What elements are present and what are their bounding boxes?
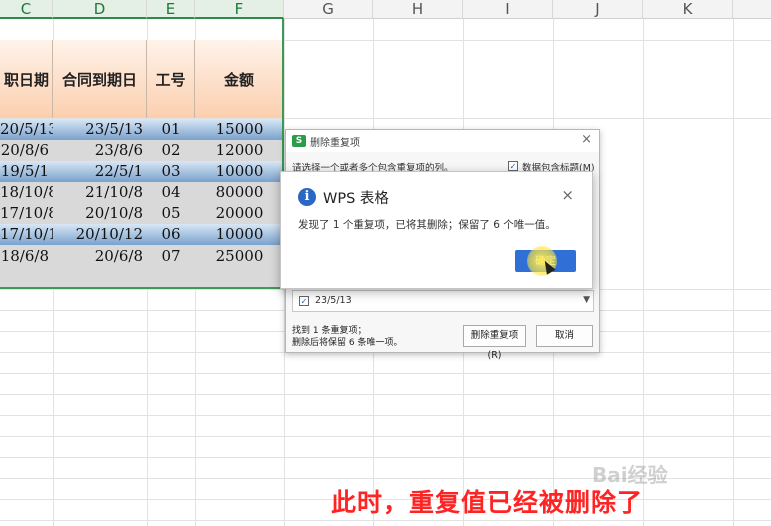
list-item-checkbox[interactable]: ✓ bbox=[299, 296, 309, 306]
table-header-employee-id[interactable]: 工号 bbox=[147, 40, 195, 118]
column-header-k[interactable]: K bbox=[643, 0, 733, 19]
employee-id-cell[interactable]: 06 bbox=[147, 223, 195, 245]
hire-date-cell[interactable]: 17/10/12 bbox=[0, 223, 53, 245]
amount-cell[interactable]: 25000 bbox=[195, 245, 284, 267]
dialog-titlebar[interactable]: S 删除重复项 × bbox=[286, 130, 599, 152]
contract-end-cell[interactable]: 23/5/13 bbox=[53, 118, 147, 140]
result-summary: 找到 1 条重复项； 删除后将保留 6 条唯一项。 bbox=[292, 325, 402, 349]
amount-cell[interactable]: 80000 bbox=[195, 181, 284, 203]
dialog-title: 删除重复项 bbox=[310, 138, 360, 149]
amount-cell[interactable]: 12000 bbox=[195, 139, 284, 161]
column-header-j[interactable]: J bbox=[553, 0, 643, 19]
contract-end-cell[interactable]: 23/8/6 bbox=[53, 139, 147, 161]
column-header-i[interactable]: I bbox=[463, 0, 553, 19]
result-line-2: 删除后将保留 6 条唯一项。 bbox=[292, 338, 403, 348]
chevron-down-icon[interactable]: ▼ bbox=[583, 295, 590, 305]
employee-id-cell[interactable]: 02 bbox=[147, 139, 195, 161]
employee-id-cell[interactable]: 04 bbox=[147, 181, 195, 203]
column-header-h[interactable]: H bbox=[373, 0, 463, 19]
close-icon[interactable]: × bbox=[561, 186, 574, 204]
message-text: 发现了 1 个重复项，已将其删除；保留了 6 个唯一值。 bbox=[298, 219, 556, 231]
cancel-button[interactable]: 取消 bbox=[536, 325, 593, 347]
column-header-g[interactable]: G bbox=[284, 0, 373, 19]
grid-line bbox=[0, 436, 771, 437]
instruction-caption: 此时，重复值已经被删除了 bbox=[331, 488, 644, 517]
employee-id-cell[interactable]: 05 bbox=[147, 202, 195, 224]
grid-line bbox=[0, 520, 771, 521]
contract-end-cell[interactable]: 22/5/1 bbox=[53, 160, 147, 182]
grid-line bbox=[0, 373, 771, 374]
column-header-f[interactable]: F bbox=[195, 0, 284, 19]
wps-message-box: i WPS 表格 × 发现了 1 个重复项，已将其删除；保留了 6 个唯一值。 … bbox=[280, 171, 593, 289]
table-header-hire-date[interactable]: 职日期 bbox=[0, 40, 53, 118]
amount-cell[interactable]: 10000 bbox=[195, 223, 284, 245]
amount-cell[interactable]: 10000 bbox=[195, 160, 284, 182]
list-item-label[interactable]: 23/5/13 bbox=[315, 295, 352, 306]
employee-id-cell[interactable]: 01 bbox=[147, 118, 195, 140]
info-icon: i bbox=[298, 188, 316, 206]
table-header-contract-end[interactable]: 合同到期日 bbox=[53, 40, 147, 118]
contract-end-cell[interactable]: 20/6/8 bbox=[53, 245, 147, 267]
message-box-title: WPS 表格 bbox=[323, 191, 389, 207]
baidu-watermark: Bai经验 bbox=[592, 459, 668, 488]
result-line-1: 找到 1 条重复项； bbox=[292, 326, 367, 336]
contract-end-cell[interactable]: 20/10/8 bbox=[53, 202, 147, 224]
grid-line bbox=[733, 19, 734, 526]
hire-date-cell[interactable]: 18/6/8 bbox=[0, 245, 53, 267]
contract-end-cell[interactable]: 21/10/8 bbox=[53, 181, 147, 203]
grid-line bbox=[643, 19, 644, 526]
amount-cell[interactable]: 20000 bbox=[195, 202, 284, 224]
column-header-e[interactable]: E bbox=[147, 0, 195, 19]
hire-date-cell[interactable]: 18/10/8 bbox=[0, 181, 53, 203]
column-header-c[interactable]: C bbox=[0, 0, 53, 19]
column-listbox[interactable]: ✓ 23/5/13 ▼ bbox=[292, 290, 594, 312]
empty-selected-row[interactable] bbox=[0, 267, 283, 288]
hire-date-cell[interactable]: 20/5/13 bbox=[0, 118, 53, 140]
contract-end-cell[interactable]: 20/10/12 bbox=[53, 223, 147, 245]
remove-duplicates-button[interactable]: 删除重复项(R) bbox=[463, 325, 526, 361]
hire-date-cell[interactable]: 17/10/8 bbox=[0, 202, 53, 224]
employee-id-cell[interactable]: 07 bbox=[147, 245, 195, 267]
table-header-amount[interactable]: 金额 bbox=[195, 40, 284, 118]
column-header-d[interactable]: D bbox=[53, 0, 147, 19]
grid-line bbox=[0, 457, 771, 458]
header-checkbox[interactable]: ✓ bbox=[508, 161, 518, 171]
close-icon[interactable]: × bbox=[581, 132, 592, 147]
amount-cell[interactable]: 15000 bbox=[195, 118, 284, 140]
column-header-row: C D E F G H I J K bbox=[0, 0, 771, 19]
watermark-text: Bai经验 bbox=[592, 463, 668, 487]
employee-id-cell[interactable]: 03 bbox=[147, 160, 195, 182]
wps-logo-icon: S bbox=[292, 135, 306, 147]
hire-date-cell[interactable]: 20/8/6 bbox=[0, 139, 53, 161]
grid-line bbox=[0, 394, 771, 395]
hire-date-cell[interactable]: 19/5/1 bbox=[0, 160, 53, 182]
grid-line bbox=[0, 415, 771, 416]
